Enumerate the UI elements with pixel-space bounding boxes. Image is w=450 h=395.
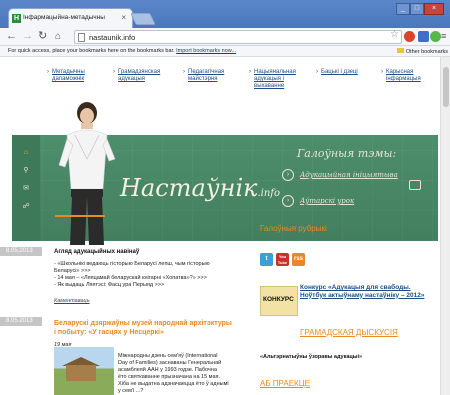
- konkurs-image[interactable]: КОНКУРС: [260, 286, 298, 316]
- youtube-icon[interactable]: You Tube: [276, 253, 289, 266]
- bookmarks-bar: For quick access, place your bookmarks h…: [0, 46, 450, 57]
- bookmark-star-icon[interactable]: ☆: [390, 29, 399, 40]
- browser-window: Н Інфармацыйна-метадычны × _ □ × ← → ↻ ⌂…: [0, 0, 450, 395]
- article-body: Міжнародны дзень сем'яў (International D…: [118, 353, 229, 394]
- site-logo[interactable]: Настаўнік.info: [120, 174, 280, 202]
- mail-icon[interactable]: ✉: [22, 185, 30, 193]
- article-line[interactable]: Беларусі» >>>: [54, 268, 234, 275]
- home-icon[interactable]: ⌂: [22, 149, 30, 157]
- article-line[interactable]: - 14 мая – «Ляяцамай беларускай кнігарні…: [54, 275, 234, 282]
- arrow-circle-icon: ›: [282, 169, 294, 181]
- address-bar[interactable]: nastaunik.info: [74, 30, 402, 44]
- back-arrow-icon[interactable]: ←: [6, 30, 17, 43]
- nav-item-karysnaja[interactable]: Карысная інфармацыя: [381, 69, 434, 83]
- chat-icon: [409, 180, 421, 190]
- forward-arrow-icon[interactable]: →: [22, 30, 33, 43]
- folder-icon: [396, 48, 404, 53]
- other-bookmarks-button[interactable]: Other bookmarks: [396, 48, 448, 55]
- scrollbar-thumb[interactable]: [443, 67, 449, 107]
- konkurs-link[interactable]: Конкурс «Адукацыя для свабоды. Ноўтбук а…: [300, 284, 435, 299]
- public-discussion-link[interactable]: ГРАМАДСКАЯ ДЫСКУСІЯ: [300, 328, 398, 337]
- rubrics-title: Галоўныя рубрыкі: [260, 224, 327, 233]
- nav-item-metadychny[interactable]: Метадычны дапаможнік: [47, 69, 96, 83]
- sitemap-icon[interactable]: ☍: [22, 203, 30, 211]
- tab-title: Інфармацыйна-метадычны: [23, 14, 105, 21]
- nav-item-nacyjanalnaja[interactable]: Нацыянальная адукацыя і выхаванне: [249, 69, 300, 90]
- rss-icon[interactable]: rss: [292, 253, 305, 266]
- extension-leaf-icon[interactable]: [430, 31, 441, 42]
- twitter-icon[interactable]: t: [260, 253, 273, 266]
- nav-item-pedagagichnaja[interactable]: Педагагічная майстэрня: [183, 69, 234, 83]
- bookmarks-hint: For quick access, place your bookmarks h…: [8, 48, 175, 54]
- hot-topics-title: Галоўныя тэмы:: [297, 147, 397, 160]
- article-date: 8.05.2013: [0, 247, 42, 256]
- arrow-circle-icon: ›: [282, 195, 294, 207]
- museum-image[interactable]: [54, 347, 114, 395]
- article-line[interactable]: - Як выдаць Ляятэсі: Фасц ура Перыяд >>>: [54, 282, 234, 289]
- comment-link[interactable]: Каментаваць: [54, 298, 90, 305]
- site-navigation: Метадычны дапаможнік Грамадзянская адука…: [0, 69, 440, 99]
- new-tab-button[interactable]: [130, 13, 156, 25]
- home-icon[interactable]: ⌂: [55, 30, 61, 43]
- window-controls: _ □ ×: [396, 3, 444, 15]
- section-underline: [55, 215, 105, 217]
- tab-close-icon[interactable]: ×: [121, 13, 126, 22]
- search-icon[interactable]: ⚲: [22, 167, 30, 175]
- extension-opera-icon[interactable]: [404, 31, 415, 42]
- reload-icon[interactable]: ↻: [38, 30, 47, 43]
- article-title[interactable]: Агляд адукацыйных навінаў: [54, 249, 139, 255]
- browser-tab[interactable]: Н Інфармацыйна-метадычны ×: [8, 8, 133, 28]
- close-window-button[interactable]: ×: [424, 3, 444, 15]
- alternative-education-label: «Альтэрнатыўны ўзоравы адукацыі»: [260, 354, 363, 360]
- url-text: nastaunik.info: [89, 33, 136, 42]
- article-date: 8.05.2013: [0, 317, 42, 326]
- nav-item-gramadzianskaja[interactable]: Грамадзянская адукацыя: [113, 69, 164, 83]
- page-icon: [78, 33, 85, 42]
- extension-abp-icon[interactable]: [418, 31, 429, 42]
- web-page: Метадычны дапаможнік Грамадзянская адука…: [0, 57, 440, 395]
- browser-toolbar: ← → ↻ ⌂ nastaunik.info ☆ ≡: [0, 28, 450, 46]
- hot-topic-link[interactable]: Адукацыйная ініцыятыва: [300, 171, 398, 179]
- minimize-button[interactable]: _: [396, 3, 410, 15]
- about-project-link[interactable]: АБ ПРАЕКЦЕ: [260, 379, 310, 388]
- article-body: - «Школьнікі ведаюць гісторыю Беларусі л…: [54, 261, 234, 289]
- teacher-image: [58, 102, 116, 245]
- maximize-button[interactable]: □: [410, 3, 424, 15]
- page-scrollbar[interactable]: [440, 57, 450, 395]
- tab-strip: Н Інфармацыйна-метадычны × _ □ ×: [0, 0, 450, 28]
- hot-topic-link[interactable]: Аўтарскі урок: [300, 197, 354, 205]
- nav-item-backi[interactable]: Бацькі і дзеці: [316, 69, 367, 76]
- article-line[interactable]: - «Школьнікі ведаюць гісторыю Беларусі л…: [54, 261, 234, 268]
- menu-icon[interactable]: ≡: [441, 30, 446, 43]
- house-shape: [66, 365, 96, 381]
- banner-sidebar: ⌂ ⚲ ✉ ☍: [12, 135, 40, 241]
- import-bookmarks-link[interactable]: Import bookmarks now...: [176, 48, 236, 54]
- article-title[interactable]: Беларускі дзяржаўны музей народнай архіт…: [54, 319, 234, 337]
- site-favicon-icon: Н: [12, 14, 21, 23]
